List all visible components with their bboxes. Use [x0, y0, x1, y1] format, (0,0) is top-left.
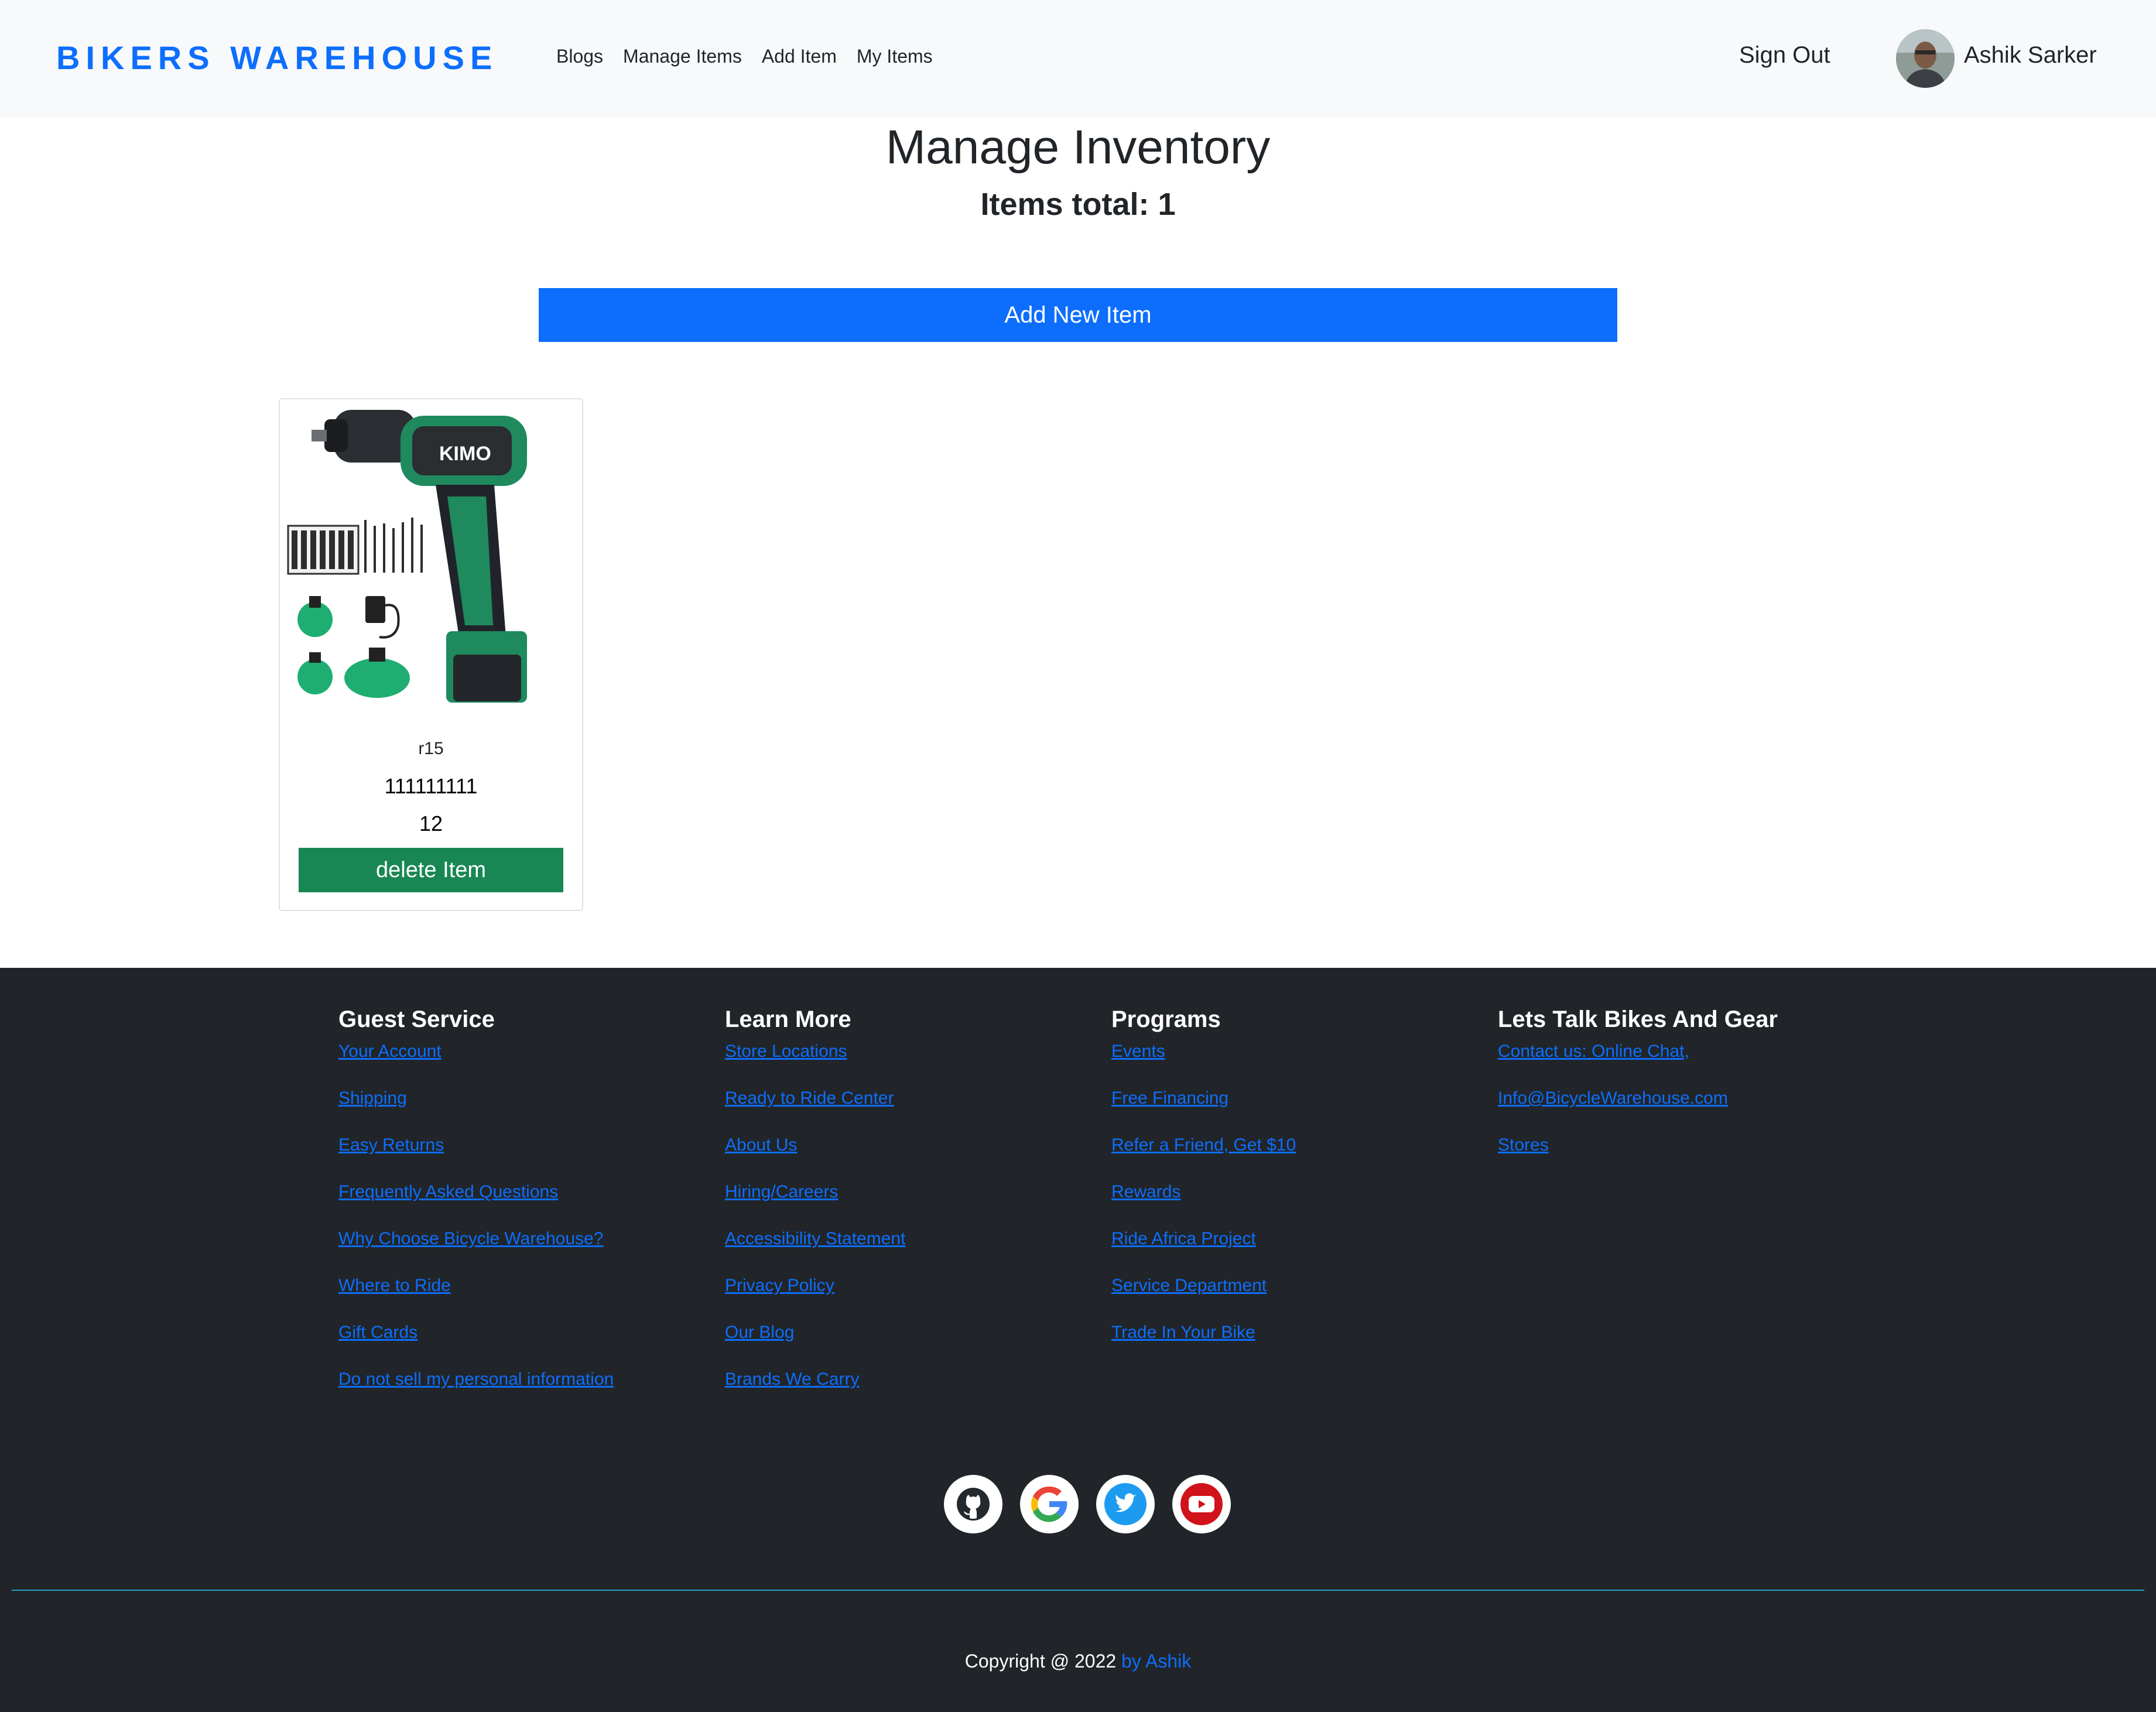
social-links	[944, 1475, 1231, 1533]
footer-link-list: Events Free Financing Refer a Friend, Ge…	[1111, 1039, 1296, 1367]
footer-link[interactable]: Our Blog	[725, 1320, 905, 1367]
footer-link-list: Contact us: Online Chat, Info@BicycleWar…	[1498, 1039, 1778, 1179]
footer-link[interactable]: Contact us: Online Chat,	[1498, 1039, 1778, 1086]
google-icon[interactable]	[1020, 1475, 1079, 1533]
item-quantity: 12	[419, 812, 443, 836]
nav-links: Blogs Manage Items Add Item My Items	[556, 46, 933, 67]
footer-link[interactable]: Privacy Policy	[725, 1273, 905, 1320]
footer-link[interactable]: Service Department	[1111, 1273, 1296, 1320]
item-card: KIMO r15 111111111 12 delete Item	[279, 398, 583, 911]
footer-column-lets-talk: Lets Talk Bikes And Gear Contact us: Onl…	[1498, 1006, 1778, 1179]
footer-link[interactable]: Frequently Asked Questions	[338, 1179, 614, 1226]
footer-column-guest-service: Guest Service Your Account Shipping Easy…	[338, 1006, 614, 1413]
delete-item-button[interactable]: delete Item	[299, 848, 563, 892]
page-title: Manage Inventory	[885, 121, 1271, 174]
footer-link[interactable]: Free Financing	[1111, 1086, 1296, 1132]
github-icon[interactable]	[944, 1475, 1002, 1533]
copyright: Copyright @ 2022 by Ashik	[0, 1651, 2156, 1672]
footer-column-learn-more: Learn More Store Locations Ready to Ride…	[725, 1006, 905, 1413]
nav-link-my-items[interactable]: My Items	[857, 46, 933, 67]
footer-heading: Learn More	[725, 1006, 851, 1032]
item-name: r15	[418, 739, 444, 758]
footer-link[interactable]: Your Account	[338, 1039, 614, 1086]
nav-link-blogs[interactable]: Blogs	[556, 46, 603, 67]
footer-link[interactable]: Rewards	[1111, 1179, 1296, 1226]
user-name: Ashik Sarker	[1964, 42, 2097, 68]
footer-link[interactable]: Shipping	[338, 1086, 614, 1132]
footer-link[interactable]: Where to Ride	[338, 1273, 614, 1320]
footer-link[interactable]: Gift Cards	[338, 1320, 614, 1367]
footer-link[interactable]: Ready to Ride Center	[725, 1086, 905, 1132]
avatar-photo	[1896, 29, 1955, 88]
youtube-icon[interactable]	[1172, 1475, 1231, 1533]
footer-link[interactable]: Do not sell my personal information	[338, 1367, 614, 1413]
footer-link[interactable]: Store Locations	[725, 1039, 905, 1086]
brand-logo[interactable]: BIKERS WAREHOUSE	[56, 39, 498, 77]
nav-link-add-item[interactable]: Add Item	[762, 46, 837, 67]
copyright-author: by Ashik	[1121, 1651, 1192, 1672]
footer-link[interactable]: Trade In Your Bike	[1111, 1320, 1296, 1367]
add-new-item-button[interactable]: Add New Item	[539, 288, 1617, 342]
sign-out-link[interactable]: Sign Out	[1739, 42, 1830, 69]
footer-link[interactable]: About Us	[725, 1132, 905, 1179]
footer-link[interactable]: Easy Returns	[338, 1132, 614, 1179]
items-total: Items total: 1	[980, 187, 1176, 222]
footer-link[interactable]: Hiring/Careers	[725, 1179, 905, 1226]
navbar: BIKERS WAREHOUSE Blogs Manage Items Add …	[0, 0, 2156, 117]
footer-heading: Lets Talk Bikes And Gear	[1498, 1006, 1778, 1032]
footer-heading: Guest Service	[338, 1006, 495, 1032]
copyright-text: Copyright @ 2022	[964, 1651, 1122, 1672]
footer-link[interactable]: Events	[1111, 1039, 1296, 1086]
footer-link[interactable]: Refer a Friend, Get $10	[1111, 1132, 1296, 1179]
footer-link[interactable]: Brands We Carry	[725, 1367, 905, 1413]
footer-link-list: Your Account Shipping Easy Returns Frequ…	[338, 1039, 614, 1413]
footer-link[interactable]: Info@BicycleWarehouse.com	[1498, 1086, 1778, 1132]
footer-link[interactable]: Accessibility Statement	[725, 1226, 905, 1273]
avatar[interactable]	[1896, 29, 1955, 88]
item-image: KIMO	[283, 403, 580, 719]
footer-link[interactable]: Why Choose Bicycle Warehouse?	[338, 1226, 614, 1273]
footer-divider	[12, 1590, 2144, 1591]
footer-link[interactable]: Ride Africa Project	[1111, 1226, 1296, 1273]
footer-column-programs: Programs Events Free Financing Refer a F…	[1111, 1006, 1296, 1367]
item-brand-label: KIMO	[439, 443, 491, 465]
footer-link-list: Store Locations Ready to Ride Center Abo…	[725, 1039, 905, 1413]
nav-link-manage-items[interactable]: Manage Items	[623, 46, 742, 67]
item-price: 111111111	[384, 774, 478, 798]
footer-link[interactable]: Stores	[1498, 1132, 1778, 1179]
footer: Guest Service Your Account Shipping Easy…	[0, 968, 2156, 1712]
footer-heading: Programs	[1111, 1006, 1221, 1032]
twitter-icon[interactable]	[1096, 1475, 1155, 1533]
